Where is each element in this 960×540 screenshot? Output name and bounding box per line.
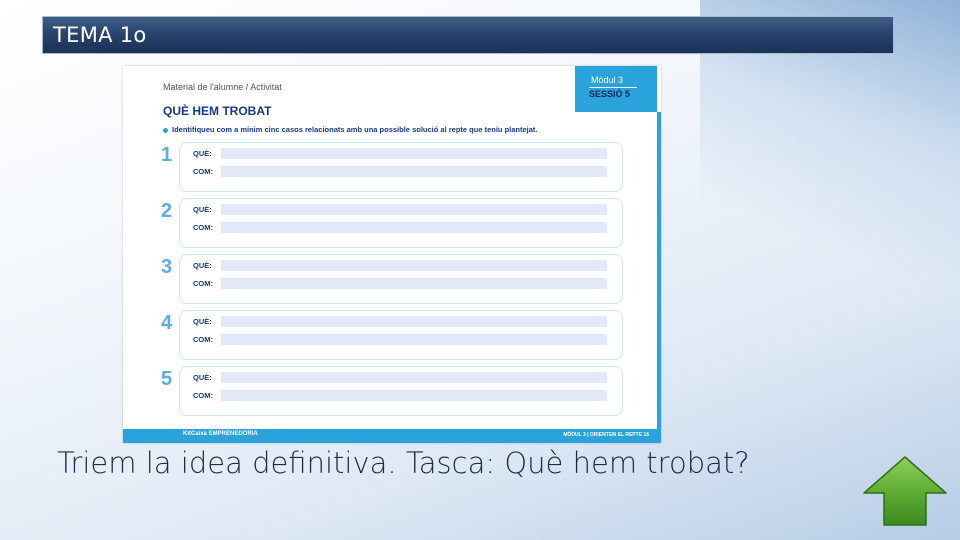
worksheet-footer: KitCaixa EMPRENEDORIA MÒDUL 3 | ORIENTEM…	[123, 429, 661, 443]
com-label: COM:	[193, 223, 213, 232]
worksheet-row: 1 QUÈ: COM:	[159, 142, 624, 192]
footer-page-info: MÒDUL 3 | ORIENTEM EL REPTE 16	[563, 432, 649, 438]
com-answer-line	[221, 222, 607, 233]
com-label: COM:	[193, 335, 213, 344]
row-number: 5	[161, 368, 173, 390]
next-button[interactable]	[862, 455, 948, 527]
com-answer-line	[221, 278, 607, 289]
slide-caption: Triem la idea definitiva. Tasca: Què hem…	[57, 446, 750, 480]
com-answer-line	[221, 166, 607, 177]
worksheet-image: Material de l'alumne / Activitat QUÈ HEM…	[123, 66, 661, 443]
que-label: QUÈ:	[193, 261, 212, 270]
module-divider	[589, 87, 637, 88]
module-label: Mòdul 3	[591, 75, 624, 85]
worksheet-row: 3 QUÈ: COM:	[159, 254, 624, 304]
que-answer-line	[221, 148, 607, 159]
worksheet-header-label: Material de l'alumne / Activitat	[163, 82, 282, 92]
que-label: QUÈ:	[193, 205, 212, 214]
worksheet-row: 4 QUÈ: COM:	[159, 310, 624, 360]
com-label: COM:	[193, 279, 213, 288]
que-answer-line	[221, 316, 607, 327]
instruction-text: Identifiqueu com a mínim cinc casos rela…	[172, 125, 538, 134]
que-answer-line	[221, 260, 607, 271]
page-title: TEMA 1o	[53, 23, 147, 47]
com-label: COM:	[193, 167, 213, 176]
row-number: 3	[161, 256, 173, 278]
que-label: QUÈ:	[193, 373, 212, 382]
que-label: QUÈ:	[193, 317, 212, 326]
row-number: 4	[161, 312, 173, 334]
worksheet-side-bar	[657, 112, 661, 443]
worksheet-instruction: Identifiqueu com a mínim cinc casos rela…	[163, 125, 538, 134]
com-answer-line	[221, 334, 607, 345]
que-label: QUÈ:	[193, 149, 212, 158]
que-answer-line	[221, 372, 607, 383]
footer-brand: KitCaixa EMPRENEDORIA	[183, 431, 258, 437]
worksheet-row: 5 QUÈ: COM:	[159, 366, 624, 416]
up-arrow-icon	[863, 456, 947, 526]
worksheet-row: 2 QUÈ: COM:	[159, 198, 624, 248]
title-bar: TEMA 1o	[42, 16, 894, 54]
row-number: 2	[161, 200, 173, 222]
com-answer-line	[221, 390, 607, 401]
worksheet-title: QUÈ HEM TROBAT	[163, 104, 272, 118]
com-label: COM:	[193, 391, 213, 400]
row-number: 1	[161, 144, 173, 166]
module-badge: Mòdul 3 SESSIÓ 5	[575, 66, 657, 112]
bullet-icon	[163, 127, 168, 133]
session-label: SESSIÓ 5	[589, 89, 631, 99]
que-answer-line	[221, 204, 607, 215]
